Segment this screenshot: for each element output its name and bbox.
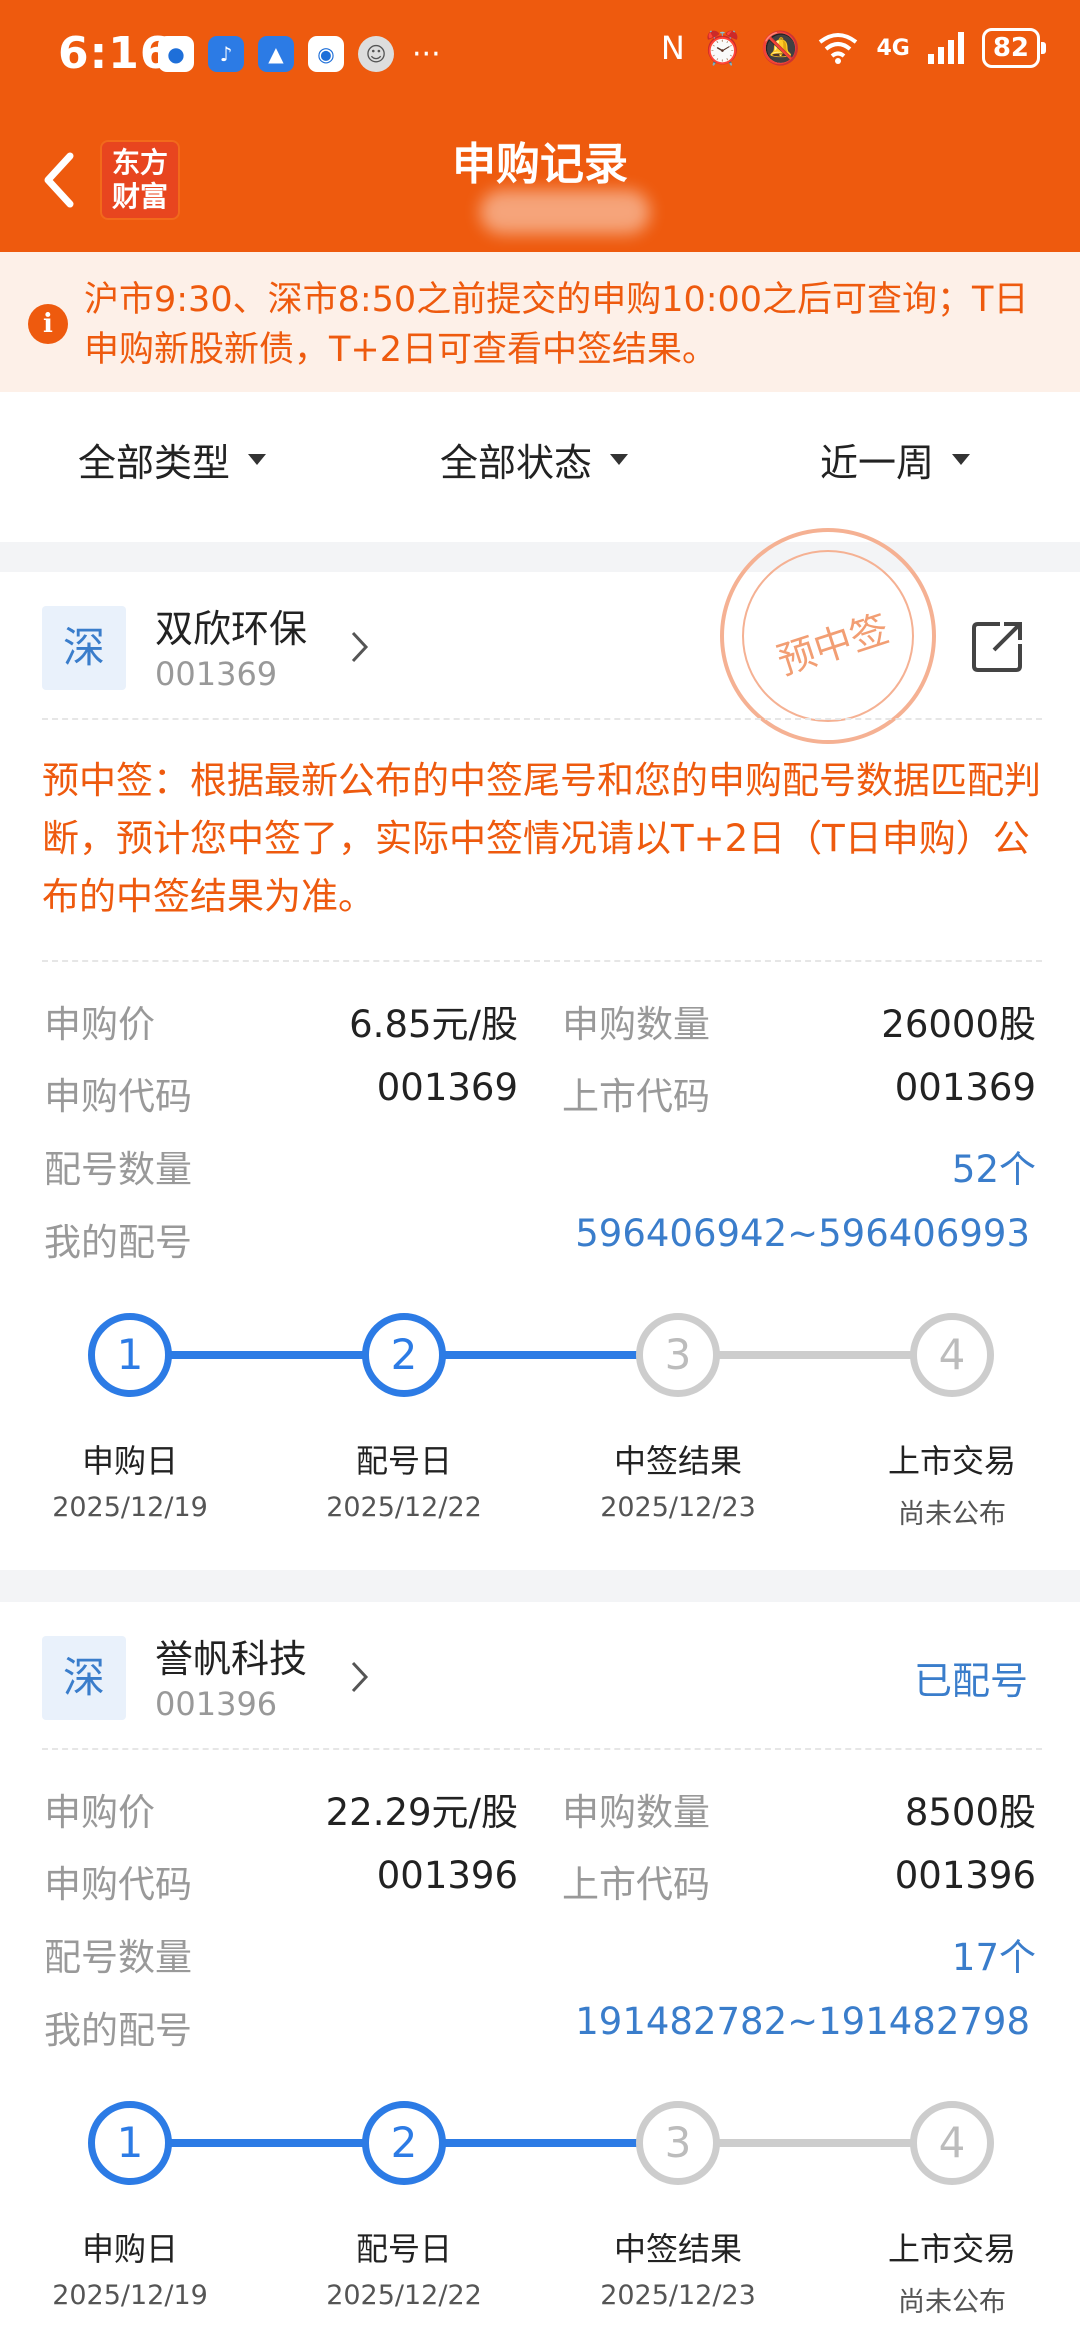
value-list-code: 001369 bbox=[894, 1066, 1036, 1109]
value-my-lots: 191482782~191482798 bbox=[575, 2000, 1030, 2043]
divider bbox=[42, 718, 1042, 720]
divider bbox=[42, 1748, 1042, 1750]
value-sub-code: 001369 bbox=[376, 1066, 518, 1109]
value-my-lots: 596406942~596406993 bbox=[575, 1212, 1030, 1255]
filter-type-dropdown[interactable]: 全部类型 bbox=[78, 432, 267, 487]
label-lot-count: 配号数量 bbox=[44, 1936, 192, 1979]
step-2-date: 2025/12/22 bbox=[326, 2280, 482, 2311]
label-list-code: 上市代码 bbox=[562, 1075, 710, 1118]
chevron-right-icon[interactable] bbox=[350, 1660, 370, 1694]
step-1-label: 申购日 bbox=[81, 1442, 178, 1480]
system-icons: N ⏰ 🔕 4G 82 bbox=[660, 28, 1047, 68]
label-my-lots: 我的配号 bbox=[44, 1221, 192, 1264]
market-badge: 深 bbox=[42, 1636, 126, 1720]
page-title: 申购记录 bbox=[452, 139, 628, 190]
share-icon[interactable] bbox=[970, 618, 1026, 674]
step-4-date: 尚未公布 bbox=[898, 1499, 1006, 1530]
step-4-circle: 4 bbox=[910, 2101, 994, 2185]
caret-down-icon bbox=[610, 454, 629, 465]
filter-period-dropdown[interactable]: 近一周 bbox=[820, 432, 971, 487]
step-4-label: 上市交易 bbox=[887, 2230, 1016, 2268]
value-price: 6.85元/股 bbox=[349, 1003, 518, 1046]
circle-app-icon: ◉ bbox=[308, 36, 344, 72]
step-2-label: 配号日 bbox=[355, 2230, 452, 2268]
step-4-label: 上市交易 bbox=[887, 1442, 1016, 1480]
status-badge: 已配号 bbox=[914, 1659, 1029, 1703]
pre-winning-stamp: 预中签 bbox=[720, 528, 936, 744]
caret-down-icon bbox=[952, 454, 971, 465]
stock-name[interactable]: 双欣环保 bbox=[155, 598, 307, 653]
step-1-date: 2025/12/19 bbox=[52, 2280, 208, 2311]
value-list-code: 001396 bbox=[894, 1854, 1036, 1897]
step-2-label: 配号日 bbox=[355, 1442, 452, 1480]
step-2-date: 2025/12/22 bbox=[326, 1492, 482, 1523]
status-bar: 6:16 ● ♪ ▲ ◉ ☺ ··· N ⏰ 🔕 4G 82 bbox=[0, 0, 1080, 110]
caret-down-icon bbox=[248, 454, 267, 465]
battery-icon: 82 bbox=[981, 28, 1047, 68]
bank-app-icon: ▲ bbox=[258, 36, 294, 72]
label-list-code: 上市代码 bbox=[562, 1863, 710, 1906]
label-qty: 申购数量 bbox=[562, 1791, 710, 1834]
pre-winning-notice: 预中签：根据最新公布的中签尾号和您的申购配号数据匹配判断，预计您中签了，实际中签… bbox=[42, 759, 1041, 918]
filter-status-dropdown[interactable]: 全部状态 bbox=[440, 432, 629, 487]
step-2-circle: 2 bbox=[362, 2101, 446, 2185]
step-4-date: 尚未公布 bbox=[898, 2287, 1006, 2318]
step-3-circle: 3 bbox=[636, 1313, 720, 1397]
stock-code: 001396 bbox=[155, 1685, 278, 1723]
nfc-icon: N bbox=[660, 29, 685, 67]
value-sub-code: 001396 bbox=[376, 1854, 518, 1897]
account-subtitle-blurred[interactable] bbox=[480, 190, 650, 234]
status-time: 6:16 bbox=[58, 28, 172, 79]
notification-icons: ● ♪ ▲ ◉ ☺ ··· bbox=[158, 36, 441, 72]
step-3-date: 2025/12/23 bbox=[600, 2280, 756, 2311]
network-label: 4G bbox=[876, 35, 910, 61]
avatar-app-icon: ☺ bbox=[358, 36, 394, 72]
label-price: 申购价 bbox=[44, 1791, 155, 1834]
label-sub-code: 申购代码 bbox=[44, 1863, 192, 1906]
step-4-circle: 4 bbox=[910, 1313, 994, 1397]
step-3-label: 中签结果 bbox=[613, 2230, 742, 2268]
chevron-right-icon[interactable] bbox=[350, 630, 370, 664]
label-my-lots: 我的配号 bbox=[44, 2009, 192, 2052]
app-notification-icon: ● bbox=[158, 36, 194, 72]
label-price: 申购价 bbox=[44, 1003, 155, 1046]
stock-name[interactable]: 誉帆科技 bbox=[155, 1628, 307, 1683]
value-qty: 26000股 bbox=[881, 1003, 1036, 1046]
step-3-label: 中签结果 bbox=[613, 1442, 742, 1480]
label-sub-code: 申购代码 bbox=[44, 1075, 192, 1118]
value-price: 22.29元/股 bbox=[325, 1791, 518, 1834]
label-lot-count: 配号数量 bbox=[44, 1148, 192, 1191]
divider bbox=[42, 960, 1042, 962]
alarm-icon: ⏰ bbox=[702, 29, 743, 67]
signal-icon bbox=[927, 32, 964, 64]
step-line-done bbox=[410, 1351, 672, 1359]
step-3-circle: 3 bbox=[636, 2101, 720, 2185]
mute-icon: 🔕 bbox=[760, 29, 801, 67]
value-lot-count: 17个 bbox=[951, 1936, 1036, 1979]
step-1-circle: 1 bbox=[88, 1313, 172, 1397]
wifi-icon bbox=[819, 33, 858, 64]
step-3-date: 2025/12/23 bbox=[600, 1492, 756, 1523]
info-icon: i bbox=[28, 304, 68, 344]
notice-text: 沪市9:30、深市8:50之前提交的申购10:00之后可查询；T日申购新股新债，… bbox=[84, 280, 1029, 370]
market-badge: 深 bbox=[42, 606, 126, 690]
voice-app-icon: ♪ bbox=[208, 36, 244, 72]
step-1-label: 申购日 bbox=[81, 2230, 178, 2268]
step-2-circle: 2 bbox=[362, 1313, 446, 1397]
value-qty: 8500股 bbox=[904, 1791, 1036, 1834]
step-1-circle: 1 bbox=[88, 2101, 172, 2185]
step-line-done bbox=[410, 2139, 672, 2147]
more-notifications-icon: ··· bbox=[412, 36, 441, 72]
step-1-date: 2025/12/19 bbox=[52, 1492, 208, 1523]
value-lot-count: 52个 bbox=[951, 1148, 1036, 1191]
stock-code: 001369 bbox=[155, 655, 278, 693]
label-qty: 申购数量 bbox=[562, 1003, 710, 1046]
